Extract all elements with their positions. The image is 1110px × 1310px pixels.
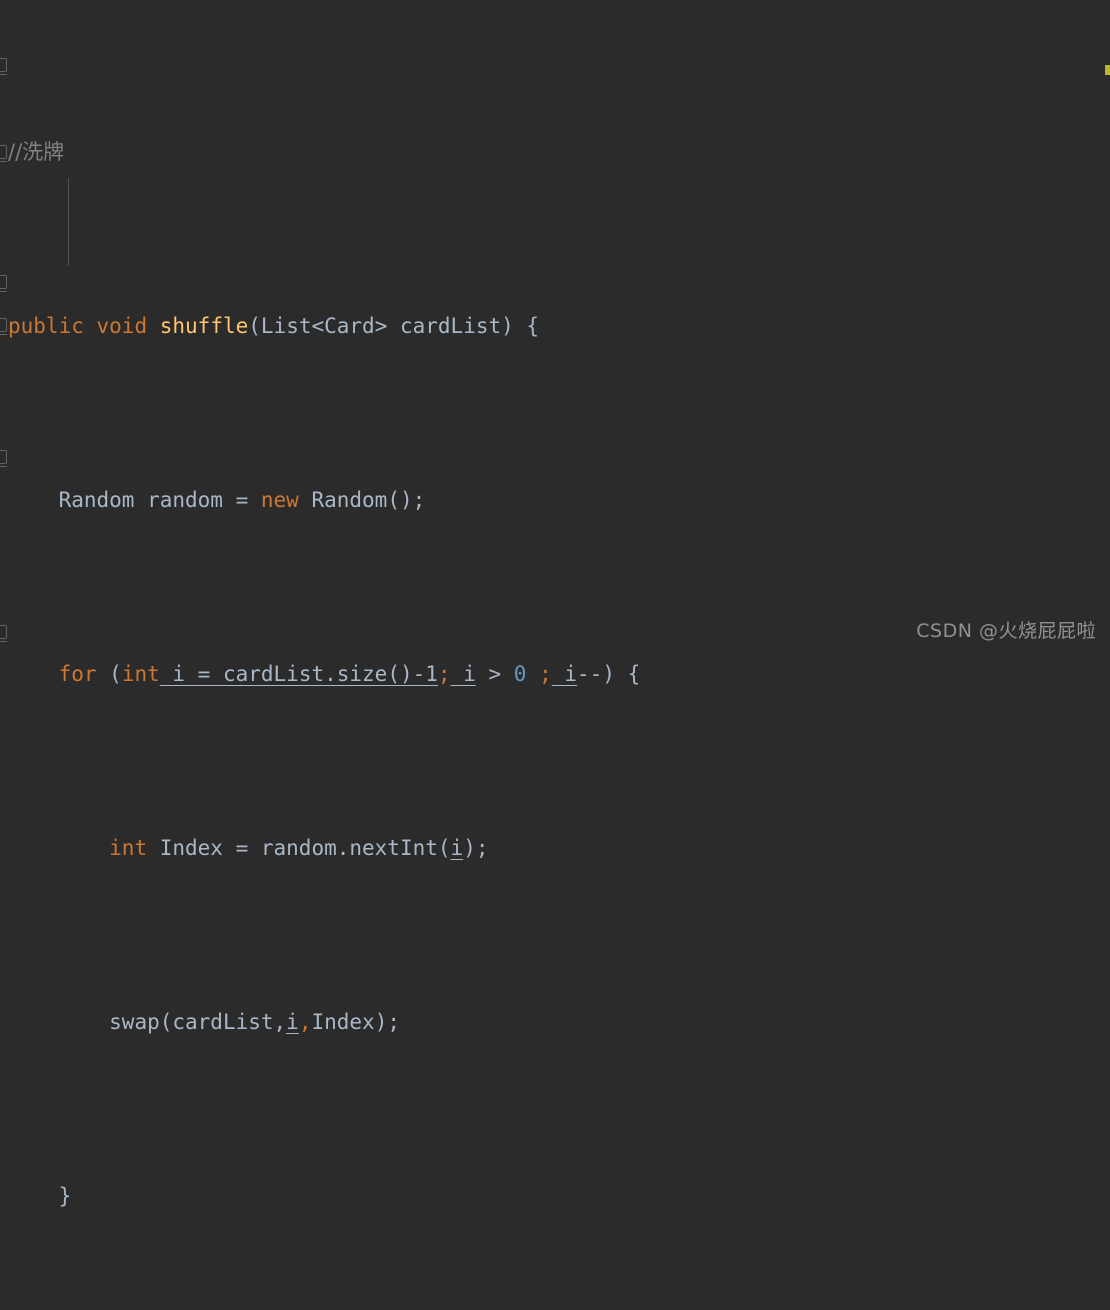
code-line-6[interactable]: swap(cardList,i,Index);: [0, 1001, 1110, 1045]
code-content[interactable]: //洗牌 public void shuffle(List<Card> card…: [0, 0, 1110, 1208]
random-declaration: Random random =: [58, 487, 261, 512]
keyword-void: void: [96, 313, 148, 338]
nextint-arg-i: i: [450, 835, 464, 860]
method-name-shuffle: shuffle: [159, 313, 249, 338]
for-update-var: i: [551, 661, 578, 686]
code-line-4[interactable]: for (int i = cardList.size()-1; i > 0 ; …: [0, 653, 1110, 697]
shuffle-signature: (List<Card> cardList) {: [248, 313, 540, 338]
keyword-int-loop: int: [121, 661, 160, 686]
for-condition-zero: 0: [513, 661, 527, 686]
swap-arg-index: Index);: [311, 1009, 400, 1034]
for-condition-var: i: [450, 661, 476, 686]
for-condition-operator: >: [475, 661, 514, 686]
csdn-watermark: CSDN @火烧屁屁啦: [916, 620, 1096, 642]
for-open-paren: (: [96, 661, 122, 686]
for-update-operator: --) {: [577, 661, 641, 686]
brace-close-for: }: [58, 1183, 72, 1208]
keyword-new: new: [260, 487, 299, 512]
index-close: );: [463, 835, 489, 860]
swap-arg-i: i: [286, 1009, 299, 1034]
index-declaration: Index = random.nextInt(: [147, 835, 451, 860]
swap-call-name: swap: [109, 1009, 160, 1034]
random-constructor-call: Random();: [311, 487, 426, 512]
code-line-2[interactable]: public void shuffle(List<Card> cardList)…: [0, 305, 1110, 349]
code-line-5[interactable]: int Index = random.nextInt(i);: [0, 827, 1110, 871]
keyword-int-index: int: [109, 835, 148, 860]
for-init-expression: i = cardList.size()-1: [159, 661, 438, 686]
keyword-public: public: [8, 313, 84, 338]
code-line-7[interactable]: }: [0, 1175, 1110, 1219]
keyword-for: for: [58, 661, 97, 686]
for-semicolon-2: ;: [526, 661, 552, 686]
comment-shuffle: //洗牌: [8, 139, 65, 164]
swap-call-open: (cardList,: [159, 1009, 287, 1034]
for-semicolon-1: ;: [437, 661, 451, 686]
code-line-1[interactable]: //洗牌: [0, 131, 1110, 175]
swap-arg-comma: ,: [298, 1009, 312, 1034]
code-editor[interactable]: //洗牌 public void shuffle(List<Card> card…: [0, 0, 1110, 1208]
code-line-3[interactable]: Random random = new Random();: [0, 479, 1110, 523]
